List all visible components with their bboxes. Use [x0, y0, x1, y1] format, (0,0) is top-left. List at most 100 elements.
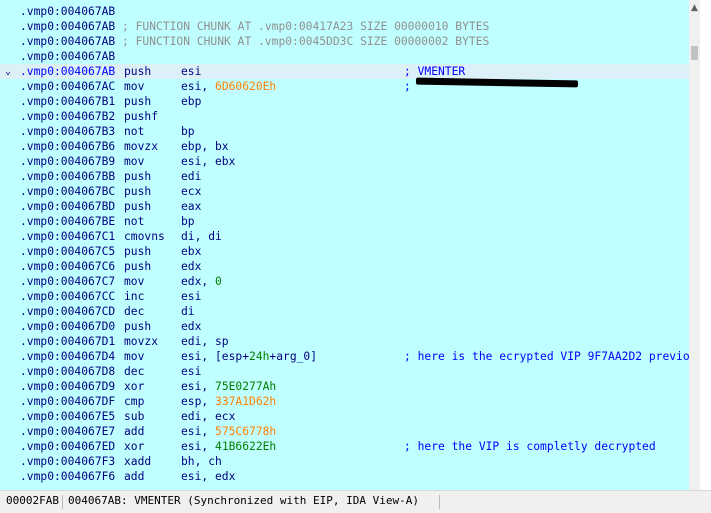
disassembly-line[interactable]: .vmp0:004067C7 mov edx, 0 — [0, 274, 700, 289]
instruction-mnemonic: cmp — [124, 395, 145, 408]
disassembly-line[interactable]: .vmp0:004067E5 sub edi, ecx — [0, 409, 700, 424]
operand-text: +arg_0] — [269, 350, 318, 363]
operand-text: esi, — [181, 80, 216, 93]
instruction-operands: edi, ecx — [181, 409, 235, 424]
instruction-operands: edi — [181, 169, 201, 184]
line-address: .vmp0:004067AB ; FUNCTION CHUNK AT .vmp0… — [20, 35, 490, 48]
disassembly-line[interactable]: .vmp0:004067CD dec di — [0, 304, 700, 319]
disassembly-line[interactable]: .vmp0:004067F3 xadd bh, ch — [0, 454, 700, 469]
operand-text: esi — [181, 365, 202, 378]
instruction-mnemonic: add — [124, 470, 145, 483]
instruction-operands: esi, 41B6622Eh — [181, 439, 276, 454]
instruction-mnemonic: xadd — [124, 455, 152, 468]
line-address: .vmp0:004067E7 — [20, 425, 116, 438]
operand-text: bp — [181, 215, 195, 228]
current-line[interactable]: ⌄ .vmp0:004067AB push esi ; VMENTER — [0, 64, 700, 79]
disassembly-line[interactable]: .vmp0:004067AB ; FUNCTION CHUNK AT .vmp0… — [0, 34, 700, 49]
disassembly-line[interactable]: .vmp0:004067C1 cmovns di, di — [0, 229, 700, 244]
disassembly-line[interactable]: .vmp0:004067D1 movzx edi, sp — [0, 334, 700, 349]
operand-text: edi, ecx — [181, 410, 236, 423]
line-address: .vmp0:004067F6 — [20, 470, 116, 483]
line-address: .vmp0:004067B6 — [20, 140, 116, 153]
disassembly-line[interactable]: .vmp0:004067B2 pushf — [0, 109, 700, 124]
disassembly-line[interactable]: .vmp0:004067CC inc esi — [0, 289, 700, 304]
operand-text: edi, sp — [181, 335, 229, 348]
disassembly-line[interactable]: .vmp0:004067BC push ecx — [0, 184, 700, 199]
operand-text: esi, ebx — [181, 155, 236, 168]
line-address: .vmp0:004067D8 — [20, 365, 116, 378]
instruction-mnemonic: pushf — [124, 110, 159, 123]
chunk-comment: ; FUNCTION CHUNK AT .vmp0:0045DD3C SIZE … — [115, 35, 490, 48]
instruction-mnemonic: mov — [124, 80, 145, 93]
instruction-mnemonic: push — [124, 320, 152, 333]
disassembly-line[interactable]: .vmp0:004067AB — [0, 4, 700, 19]
disassembly-line[interactable]: .vmp0:004067E7 add esi, 575C6778h — [0, 424, 700, 439]
disassembly-line[interactable]: .vmp0:004067C6 push edx — [0, 259, 700, 274]
instruction-mnemonic: add — [124, 425, 145, 438]
disassembly-line[interactable]: .vmp0:004067B9 mov esi, ebx — [0, 154, 700, 169]
disassembly-line[interactable]: .vmp0:004067DF cmp esp, 337A1D62h — [0, 394, 700, 409]
instruction-operands: esi, 575C6778h — [181, 424, 276, 439]
disassembly-line[interactable]: .vmp0:004067D9 xor esi, 75E0277Ah — [0, 379, 700, 394]
line-address: .vmp0:004067B1 — [20, 95, 116, 108]
disassembly-line[interactable]: .vmp0:004067AB ; FUNCTION CHUNK AT .vmp0… — [0, 19, 700, 34]
line-address: .vmp0:004067AB — [20, 5, 116, 18]
instruction-operands: bh, ch — [181, 454, 222, 469]
line-comment: ; VMENTER — [404, 65, 466, 78]
instruction-mnemonic: push — [124, 65, 152, 78]
instruction-mnemonic: not — [124, 215, 145, 228]
operand-text: esi, — [181, 425, 216, 438]
operand-text: esi, — [181, 380, 216, 393]
chevron-down-icon[interactable]: ⌄ — [5, 64, 11, 79]
operand-constant: 575C6778h — [215, 425, 277, 438]
disassembly-line[interactable]: .vmp0:004067D0 push edx — [0, 319, 700, 334]
chunk-comment: ; FUNCTION CHUNK AT .vmp0:00417A23 SIZE … — [115, 20, 490, 33]
line-address: .vmp0:004067D9 — [20, 380, 116, 393]
line-address: .vmp0:004067D1 — [20, 335, 116, 348]
line-comment: ; here is the ecrypted VIP 9F7AA2D2 prev… — [404, 350, 697, 363]
status-separator — [62, 495, 63, 509]
line-address: .vmp0:004067AB — [20, 50, 116, 63]
operand-constant: 6D60620Eh — [215, 80, 277, 93]
instruction-mnemonic: dec — [124, 365, 145, 378]
disassembly-line[interactable]: .vmp0:004067BE not bp — [0, 214, 700, 229]
scroll-up-arrow-icon[interactable]: ▲ — [689, 0, 700, 16]
disassembly-line[interactable]: .vmp0:004067AC mov esi, 6D60620Eh; — [0, 77, 700, 94]
instruction-mnemonic: dec — [124, 305, 145, 318]
vertical-scrollbar[interactable] — [689, 16, 700, 490]
line-address: .vmp0:004067B9 — [20, 155, 116, 168]
line-address: .vmp0:004067DF — [20, 395, 116, 408]
instruction-operands: esi — [181, 289, 201, 304]
line-address: .vmp0:004067CD — [20, 305, 116, 318]
status-message: 004067AB: VMENTER (Synchronized with EIP… — [68, 494, 419, 507]
operand-text: di — [181, 305, 195, 318]
disassembly-line[interactable]: .vmp0:004067B3 not bp — [0, 124, 700, 139]
instruction-mnemonic: mov — [124, 275, 145, 288]
operand-text: edx — [181, 320, 202, 333]
line-address: .vmp0:004067F3 — [20, 455, 116, 468]
disassembly-line[interactable]: .vmp0:004067BD push eax — [0, 199, 700, 214]
disassembly-line[interactable]: .vmp0:004067F6 add esi, edx — [0, 469, 700, 484]
instruction-operands: ebp — [181, 94, 201, 109]
disassembly-line[interactable]: .vmp0:004067B1 push ebp — [0, 94, 700, 109]
file-offset: 00002FAB — [6, 494, 59, 507]
operand-text: di, di — [181, 230, 222, 243]
disassembly-line[interactable]: .vmp0:004067ED xor esi, 41B6622Eh ; here th… — [0, 439, 700, 454]
disassembly-line[interactable]: .vmp0:004067C5 push ebx — [0, 244, 700, 259]
disassembly-line[interactable]: .vmp0:004067B6 movzx ebp, bx — [0, 139, 700, 154]
instruction-mnemonic: push — [124, 185, 152, 198]
operand-text: edx — [181, 260, 202, 273]
line-address: .vmp0:004067B3 — [20, 125, 116, 138]
line-address: .vmp0:004067AC — [20, 80, 116, 93]
operand-text: edi — [181, 170, 202, 183]
scrollbar-thumb[interactable] — [691, 46, 698, 60]
disassembly-line[interactable]: .vmp0:004067BB push edi — [0, 169, 700, 184]
disassembly-line[interactable]: .vmp0:004067AB — [0, 49, 700, 64]
disassembly-line[interactable]: .vmp0:004067D4 mov esi, [esp+24h+arg_0] ; h… — [0, 349, 700, 364]
disassembly-listing[interactable]: .vmp0:004067AB .vmp0:004067AB ; FUNCTION … — [0, 0, 700, 490]
line-address: .vmp0:004067BC — [20, 185, 116, 198]
disassembly-line[interactable]: .vmp0:004067D8 dec esi — [0, 364, 700, 379]
instruction-operands: bp — [181, 124, 195, 139]
operand-constant: 337A1D62h — [215, 395, 277, 408]
operand-text: edx, — [181, 275, 216, 288]
